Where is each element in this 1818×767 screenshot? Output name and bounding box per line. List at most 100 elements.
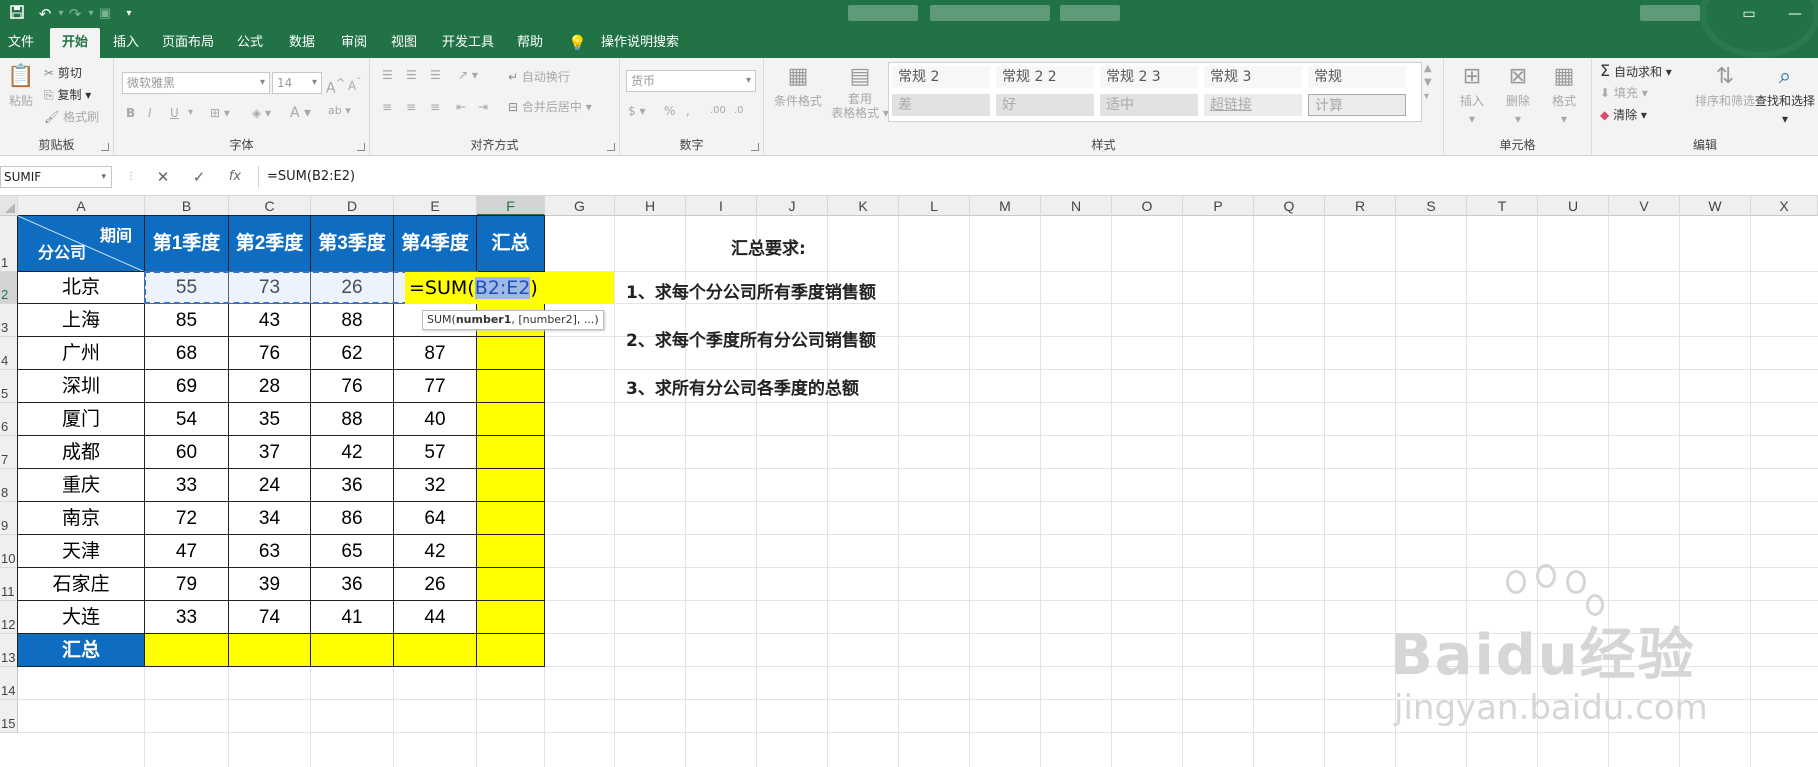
column-header-u[interactable]: U bbox=[1538, 196, 1609, 216]
value-cell[interactable]: 42 bbox=[311, 436, 394, 469]
value-cell[interactable]: 88 bbox=[311, 403, 394, 436]
value-cell[interactable]: 76 bbox=[229, 337, 311, 370]
tab-review[interactable]: 审阅 bbox=[336, 28, 372, 58]
autosum-button[interactable]: Σ 自动求和 ▾ bbox=[1600, 62, 1672, 81]
value-cell[interactable]: 74 bbox=[229, 601, 311, 634]
phonetic-button[interactable]: ab ▾ bbox=[328, 102, 351, 120]
value-cell[interactable]: 33 bbox=[145, 601, 229, 634]
increase-decimal-icon[interactable]: .00 bbox=[710, 102, 726, 120]
dialog-launcher-icon[interactable] bbox=[101, 143, 109, 151]
fill-color-icon[interactable]: ◈ ▾ bbox=[252, 104, 271, 122]
shrink-font-button[interactable]: Aˇ bbox=[348, 74, 361, 95]
align-right-icon[interactable]: ≡ bbox=[430, 98, 440, 116]
bold-button[interactable]: B bbox=[126, 104, 135, 122]
value-cell[interactable]: 85 bbox=[145, 304, 229, 337]
column-header-j[interactable]: J bbox=[757, 196, 828, 216]
tab-formulas[interactable]: 公式 bbox=[232, 28, 268, 58]
row-header-4[interactable]: 4 bbox=[0, 337, 18, 370]
delete-cells-button[interactable]: ⊠ 删除 ▾ bbox=[1498, 62, 1538, 128]
total-label-cell[interactable]: 汇总 bbox=[18, 634, 145, 667]
branch-name-cell[interactable]: 重庆 bbox=[18, 469, 145, 502]
branch-name-cell[interactable]: 南京 bbox=[18, 502, 145, 535]
gallery-scroll-icon[interactable]: ▲ ▼ ▾ bbox=[1424, 62, 1432, 104]
tab-developer[interactable]: 开发工具 bbox=[436, 28, 500, 58]
total-cell[interactable] bbox=[145, 634, 229, 667]
customize-qat-icon[interactable]: ▾ bbox=[118, 4, 140, 24]
format-cells-button[interactable]: ▦ 格式 ▾ bbox=[1544, 62, 1584, 128]
column-header-r[interactable]: R bbox=[1325, 196, 1396, 216]
branch-name-cell[interactable]: 厦门 bbox=[18, 403, 145, 436]
clear-button[interactable]: ◆ 清除 ▾ bbox=[1600, 106, 1647, 124]
sort-filter-button[interactable]: ⇅ 排序和筛选 bbox=[1694, 62, 1756, 110]
total-cell[interactable] bbox=[394, 634, 477, 667]
column-header-d[interactable]: D bbox=[311, 196, 394, 216]
column-header-q[interactable]: Q bbox=[1254, 196, 1325, 216]
value-cell[interactable]: 60 bbox=[145, 436, 229, 469]
column-header-k[interactable]: K bbox=[828, 196, 899, 216]
value-cell[interactable]: 88 bbox=[311, 304, 394, 337]
total-cell[interactable] bbox=[477, 469, 545, 502]
value-cell[interactable]: 40 bbox=[394, 403, 477, 436]
value-cell[interactable]: 76 bbox=[311, 370, 394, 403]
tab-view[interactable]: 视图 bbox=[386, 28, 422, 58]
value-cell[interactable]: 65 bbox=[311, 535, 394, 568]
row-header-3[interactable]: 3 bbox=[0, 304, 18, 337]
style-normal[interactable]: 常规 bbox=[1308, 66, 1406, 88]
decrease-indent-icon[interactable]: ⇤ bbox=[456, 98, 466, 116]
header-cell[interactable]: 汇总 bbox=[477, 216, 545, 272]
column-header-n[interactable]: N bbox=[1041, 196, 1112, 216]
value-cell[interactable]: 24 bbox=[229, 469, 311, 502]
value-cell[interactable]: 64 bbox=[394, 502, 477, 535]
row-header-14[interactable]: 14 bbox=[0, 667, 18, 700]
value-cell[interactable]: 69 bbox=[145, 370, 229, 403]
tab-home[interactable]: 开始 bbox=[50, 28, 100, 58]
value-cell[interactable]: 44 bbox=[394, 601, 477, 634]
format-as-table-button[interactable]: ▤ 套用 表格格式 ▾ bbox=[830, 62, 890, 120]
lightbulb-icon[interactable]: 💡 bbox=[568, 28, 587, 58]
column-header-h[interactable]: H bbox=[615, 196, 686, 216]
fill-button[interactable]: ⬇ 填充 ▾ bbox=[1600, 84, 1648, 102]
row-header-10[interactable]: 10 bbox=[0, 535, 18, 568]
copy-button[interactable]: ⎘ 复制 ▾ bbox=[44, 86, 91, 104]
align-top-icon[interactable]: ☰ bbox=[382, 66, 393, 84]
align-center-icon[interactable]: ≡ bbox=[406, 98, 416, 116]
branch-name-cell[interactable]: 广州 bbox=[18, 337, 145, 370]
style-calculation[interactable]: 计算 bbox=[1308, 94, 1406, 116]
accounting-format-icon[interactable]: $ ▾ bbox=[628, 102, 645, 120]
header-cell[interactable]: 第3季度 bbox=[311, 216, 394, 272]
function-tooltip[interactable]: SUM(number1, [number2], ...) bbox=[422, 310, 604, 330]
comma-button[interactable]: , bbox=[686, 102, 690, 120]
worksheet-grid[interactable]: ABCDEFGHIJKLMNOPQRSTUVWX 1 2 3 4 5 6 7 8 9 10 11 12… bbox=[0, 196, 1818, 767]
increase-indent-icon[interactable]: ⇥ bbox=[478, 98, 488, 116]
tell-me-search[interactable]: 操作说明搜索 bbox=[592, 28, 688, 58]
underline-button[interactable]: U bbox=[170, 104, 179, 122]
branch-name-cell[interactable]: 大连 bbox=[18, 601, 145, 634]
format-painter-button[interactable]: 🖌 格式刷 bbox=[44, 108, 99, 126]
camera-icon[interactable]: ▣ bbox=[94, 4, 116, 24]
value-cell[interactable]: 42 bbox=[394, 535, 477, 568]
formula-input[interactable]: =SUM(B2:E2) bbox=[258, 166, 1818, 188]
value-cell[interactable]: 63 bbox=[229, 535, 311, 568]
total-cell[interactable] bbox=[477, 634, 545, 667]
corner-header-cell[interactable]: 期间 分公司 bbox=[18, 216, 145, 272]
column-header-e[interactable]: E bbox=[394, 196, 477, 216]
value-cell[interactable]: 43 bbox=[229, 304, 311, 337]
style-bad[interactable]: 差 bbox=[892, 94, 990, 116]
align-bottom-icon[interactable]: ☰ bbox=[430, 66, 441, 84]
italic-button[interactable]: I bbox=[148, 104, 152, 122]
chevron-down-icon[interactable]: ▾ bbox=[188, 104, 193, 122]
style-normal-2-3[interactable]: 常规 2 3 bbox=[1100, 66, 1198, 88]
value-cell[interactable]: 26 bbox=[394, 568, 477, 601]
total-cell[interactable] bbox=[477, 403, 545, 436]
value-cell[interactable]: 36 bbox=[311, 469, 394, 502]
total-cell[interactable] bbox=[477, 568, 545, 601]
style-good[interactable]: 好 bbox=[996, 94, 1094, 116]
total-cell[interactable] bbox=[477, 436, 545, 469]
row-header-5[interactable]: 5 bbox=[0, 370, 18, 403]
header-cell[interactable]: 第1季度 bbox=[145, 216, 229, 272]
enter-icon[interactable]: ✓ bbox=[186, 166, 212, 188]
column-header-g[interactable]: G bbox=[545, 196, 615, 216]
row-header-7[interactable]: 7 bbox=[0, 436, 18, 469]
style-normal-2[interactable]: 常规 2 bbox=[892, 66, 990, 88]
dialog-launcher-icon[interactable] bbox=[357, 143, 365, 151]
